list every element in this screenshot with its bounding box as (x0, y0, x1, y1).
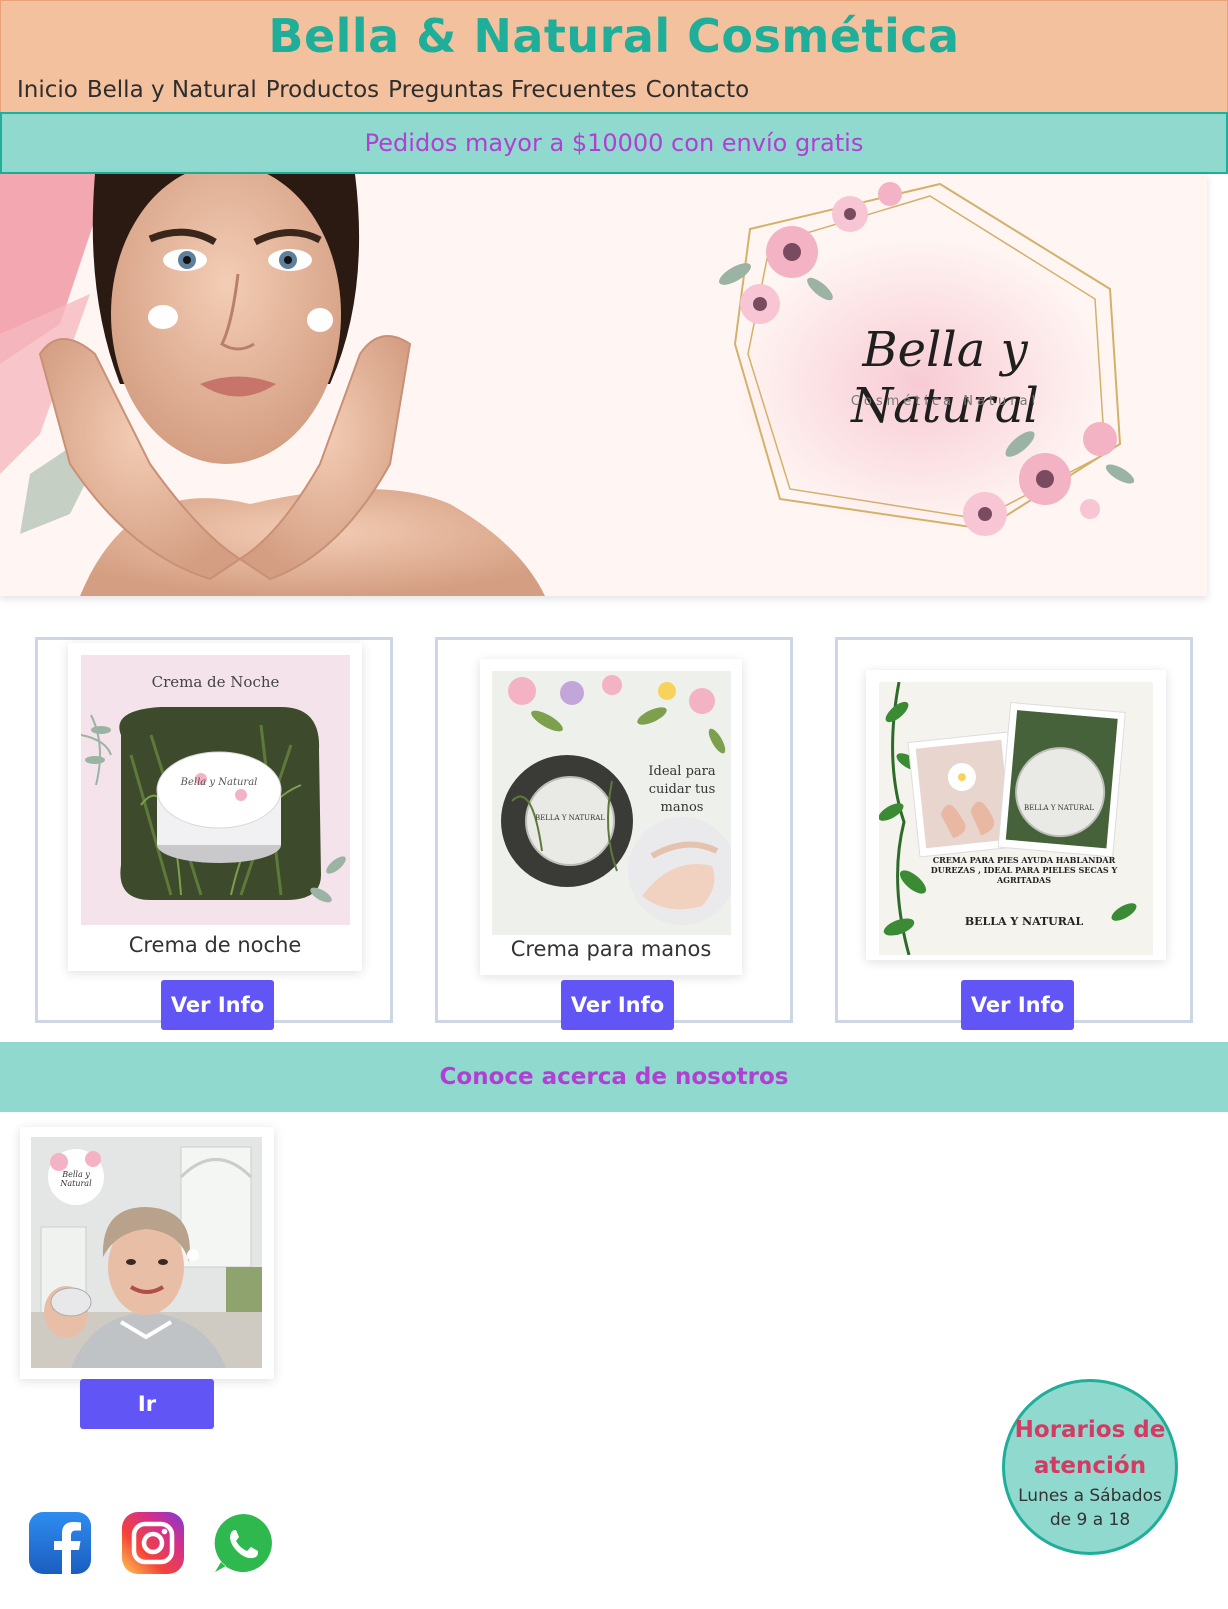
site-header: Bella & Natural Cosmética Inicio Bella y… (0, 0, 1228, 113)
nav-item-productos[interactable]: Productos (266, 77, 379, 103)
hours-title: Horarios de atención (1014, 1417, 1166, 1479)
ver-info-button[interactable]: Ver Info (561, 980, 674, 1030)
product-image-frame: CREMA PARA PIES AYUDA HABLANDAR DUREZAS … (866, 670, 1166, 960)
facebook-icon[interactable] (29, 1512, 91, 1574)
about-photo[interactable]: Bella y Natural (31, 1137, 262, 1368)
product-jar-label: BELLA Y NATURAL (1023, 804, 1095, 812)
product-card-crema-de-noche: Crema de Noche Bella y Natural Crema de … (35, 637, 393, 1030)
ver-info-button[interactable]: Ver Info (961, 980, 1074, 1030)
hours-badge: Horarios de atención Lunes a Sábados de … (1002, 1379, 1178, 1555)
product-jar-label: Bella y Natural (180, 777, 258, 788)
nav-item-bella-y-natural[interactable]: Bella y Natural (87, 77, 257, 103)
ver-info-button[interactable]: Ver Info (161, 980, 274, 1030)
nav-item-inicio[interactable]: Inicio (17, 77, 78, 103)
product-title: Crema de noche (128, 933, 302, 957)
product-image[interactable]: CREMA PARA PIES AYUDA HABLANDAR DUREZAS … (879, 682, 1153, 955)
about-photo-logo: Bella y Natural (60, 1170, 92, 1188)
nav-item-contacto[interactable]: Contacto (646, 77, 750, 103)
hero-logo-script: Bella y Natural (851, 322, 1039, 434)
whatsapp-icon[interactable] (212, 1512, 274, 1574)
product-image[interactable]: Crema de Noche Bella y Natural (81, 655, 350, 925)
about-us-banner[interactable]: Conoce acerca de nosotros (0, 1042, 1228, 1112)
about-card: Bella y Natural (20, 1127, 274, 1379)
instagram-icon[interactable] (122, 1512, 184, 1574)
hero-banner: Bella y Natural Cosmética Natural (0, 174, 1207, 596)
hero-logo-subtitle: Cosmética Natural (850, 394, 1040, 409)
product-image-art (81, 655, 350, 925)
nav-item-preguntas-frecuentes[interactable]: Preguntas Frecuentes (388, 77, 637, 103)
product-image-frame: Crema de Noche Bella y Natural Crema de … (68, 643, 362, 971)
ir-button[interactable]: Ir (80, 1379, 214, 1429)
product-card-crema-para-pies: CREMA PARA PIES AYUDA HABLANDAR DUREZAS … (835, 637, 1193, 1030)
product-image-frame: Ideal para cuidar tus manos BELLA Y NATU… (480, 659, 742, 975)
product-card-crema-para-manos: Ideal para cuidar tus manos BELLA Y NATU… (435, 637, 793, 1030)
product-image[interactable]: Ideal para cuidar tus manos BELLA Y NATU… (492, 671, 731, 935)
promo-banner: Pedidos mayor a $10000 con envío gratis (0, 112, 1228, 174)
hours-text: Lunes a Sábados de 9 a 18 (1018, 1486, 1162, 1530)
product-image-caption: CREMA PARA PIES AYUDA HABLANDAR DUREZAS … (930, 855, 1118, 885)
brand-title[interactable]: Bella & Natural Cosmética (1, 9, 1227, 63)
product-image-brand: BELLA Y NATURAL (964, 915, 1084, 928)
main-nav: Inicio Bella y Natural Productos Pregunt… (17, 77, 749, 103)
product-jar-label: BELLA Y NATURAL (534, 814, 606, 822)
product-image-caption: Ideal para cuidar tus manos (648, 764, 716, 815)
product-image-caption: Crema de Noche (151, 673, 280, 691)
product-title: Crema para manos (510, 937, 712, 961)
